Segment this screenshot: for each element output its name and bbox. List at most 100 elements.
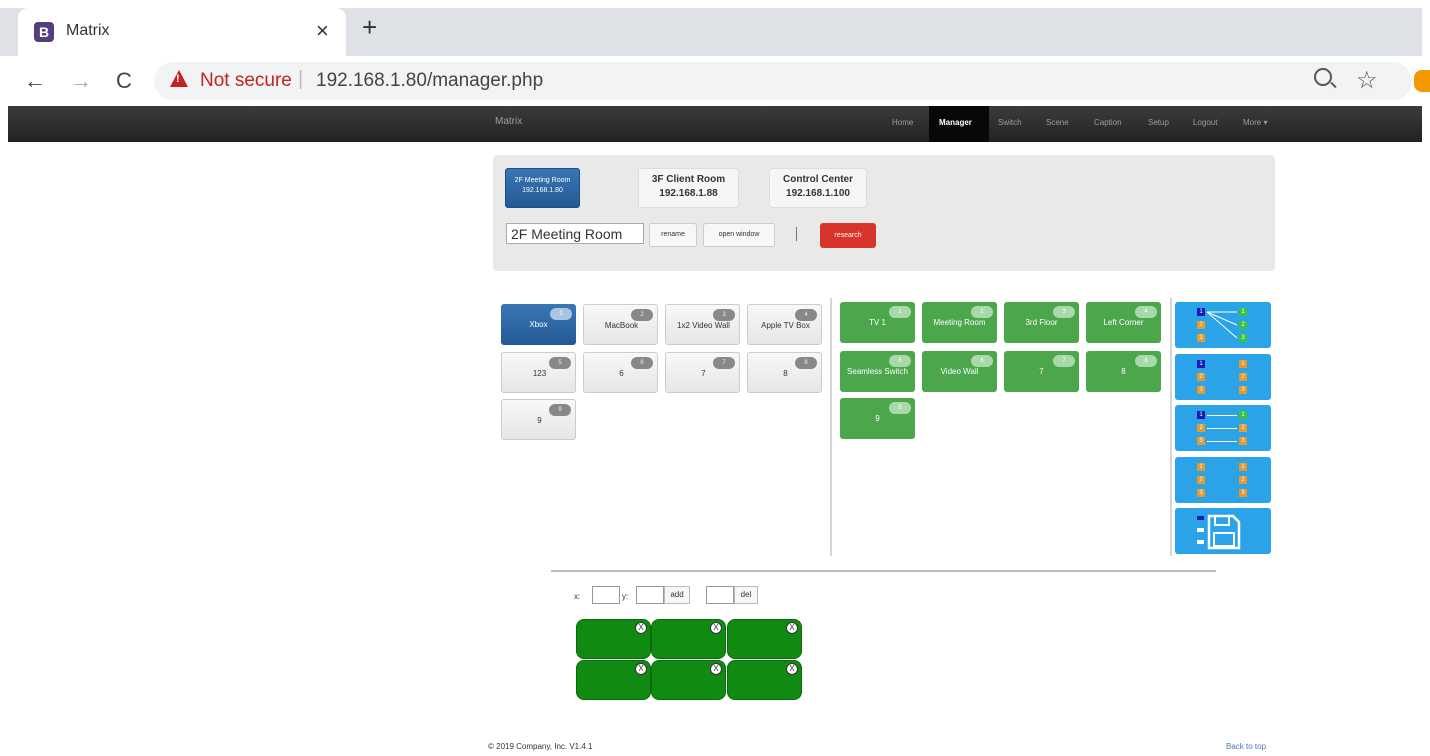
remove-cell-icon[interactable]: X (635, 622, 647, 634)
output-tile[interactable]: Video Wall 6 (922, 351, 997, 392)
video-wall-cell[interactable]: X (576, 660, 651, 700)
browser-tab[interactable]: B Matrix × (18, 8, 346, 58)
warning-icon[interactable] (170, 70, 188, 87)
zoom-icon[interactable] (1314, 68, 1332, 86)
nav-home[interactable]: Home (892, 118, 913, 127)
output-tile-label: 8 (1121, 367, 1126, 376)
output-number-badge: 8 (1135, 355, 1157, 367)
input-number-badge: 2 (631, 309, 653, 321)
new-tab-icon[interactable]: + (362, 14, 377, 40)
del-input[interactable] (706, 586, 734, 604)
input-tile-label: 9 (537, 416, 542, 425)
fan-out-mode-button[interactable]: 1 1 2 2 3 3 (1175, 302, 1271, 348)
address-bar: ← → C Not secure | 192.168.1.80/manager.… (0, 58, 1430, 104)
forward-arrow-icon[interactable]: → (70, 68, 92, 94)
input-tile[interactable]: Xbox 1 (501, 304, 576, 345)
video-wall-cell[interactable]: X (727, 660, 802, 700)
nav-switch[interactable]: Switch (998, 118, 1022, 127)
output-tile[interactable]: 99 (840, 398, 915, 439)
video-wall-cell[interactable]: X (727, 619, 802, 659)
remove-cell-icon[interactable]: X (635, 663, 647, 675)
nav-more-dropdown[interactable]: More ▾ (1243, 118, 1267, 127)
input-tile[interactable]: Apple TV Box 4 (747, 304, 822, 345)
mode-output-chip: 3 (1239, 386, 1247, 394)
device-control-center[interactable]: Control Center 192.168.1.100 (769, 168, 867, 208)
input-tile[interactable]: 123 5 (501, 352, 576, 393)
remove-cell-icon[interactable]: X (786, 622, 798, 634)
input-number-badge: 9 (549, 404, 571, 416)
close-tab-icon[interactable]: × (316, 18, 329, 44)
y-input[interactable] (636, 586, 664, 604)
mode-input-chip: 1 (1197, 360, 1205, 368)
output-tile[interactable]: Meeting Room 2 (922, 302, 997, 343)
mode-input-chip: 1 (1197, 463, 1205, 471)
device-ip: 192.168.1.80 (522, 187, 563, 194)
output-tile[interactable]: 77 (1004, 351, 1079, 392)
input-number-badge: 8 (795, 357, 817, 369)
output-tile[interactable]: 3rd Floor 3 (1004, 302, 1079, 343)
back-to-top-link[interactable]: Back to top (1226, 742, 1266, 751)
url-text[interactable]: 192.168.1.80/manager.php (316, 70, 543, 92)
extension-icon[interactable] (1414, 70, 1430, 92)
nav-setup[interactable]: Setup (1148, 118, 1169, 127)
input-tile[interactable]: 77 (665, 352, 740, 393)
omnibox[interactable]: Not secure | 192.168.1.80/manager.php ☆ (154, 62, 1412, 100)
input-tile[interactable]: 66 (583, 352, 658, 393)
video-wall-cell[interactable]: X (651, 660, 726, 700)
device-2f-meeting-room[interactable]: 2F Meeting Room 192.168.1.80 (505, 168, 580, 208)
output-number-badge: 5 (889, 355, 911, 367)
output-tile[interactable]: Left Corner 4 (1086, 302, 1161, 343)
back-arrow-icon[interactable]: ← (24, 68, 46, 94)
reload-icon[interactable]: C (116, 68, 132, 94)
bookmark-star-icon[interactable]: ☆ (1356, 66, 1378, 95)
mode-output-chip: 1 (1239, 308, 1247, 316)
research-button[interactable]: research (820, 223, 876, 248)
output-number-badge: 2 (971, 306, 993, 318)
output-tile[interactable]: Seamless Switch 5 (840, 351, 915, 392)
device-name: 2F Meeting Room (514, 177, 571, 184)
input-number-badge: 6 (631, 357, 653, 369)
mode-output-chip: 3 (1239, 334, 1247, 342)
input-tile[interactable]: 88 (747, 352, 822, 393)
mode-input-chip: 2 (1197, 321, 1205, 329)
one-to-one-mode-button[interactable]: 1 1 2 2 3 3 (1175, 405, 1271, 451)
brand-logo[interactable]: Matrix (495, 116, 522, 127)
nav-caption[interactable]: Caption (1094, 118, 1122, 127)
output-number-badge: 4 (1135, 306, 1157, 318)
nav-scene[interactable]: Scene (1046, 118, 1069, 127)
parallel-mode-button[interactable]: 1 1 2 2 3 3 (1175, 354, 1271, 400)
input-number-badge: 3 (713, 309, 735, 321)
remove-cell-icon[interactable]: X (786, 663, 798, 675)
input-tile[interactable]: MacBook 2 (583, 304, 658, 345)
open-window-button[interactable]: open window (703, 223, 775, 247)
input-tile[interactable]: 99 (501, 399, 576, 440)
save-button[interactable] (1175, 508, 1271, 554)
video-wall-cell[interactable]: X (651, 619, 726, 659)
output-tile[interactable]: 88 (1086, 351, 1161, 392)
output-tile-label: Left Corner (1103, 318, 1144, 327)
nav-manager[interactable]: Manager (929, 106, 989, 142)
nav-logout[interactable]: Logout (1193, 118, 1217, 127)
output-tile[interactable]: TV 11 (840, 302, 915, 343)
del-button[interactable]: del (734, 586, 758, 604)
input-tile-label: 7 (701, 369, 706, 378)
output-tile-label: Seamless Switch (847, 367, 908, 376)
input-tile[interactable]: 1x2 Video Wall 3 (665, 304, 740, 345)
device-3f-client-room[interactable]: 3F Client Room 192.168.1.88 (638, 168, 739, 208)
device-name-input[interactable] (506, 223, 644, 244)
reset-mode-button[interactable]: 1 1 2 2 3 3 (1175, 457, 1271, 503)
remove-cell-icon[interactable]: X (710, 663, 722, 675)
remove-cell-icon[interactable]: X (710, 622, 722, 634)
fan-out-mode-icon (1206, 311, 1238, 339)
toolbar-divider (796, 227, 797, 241)
add-button[interactable]: add (664, 586, 690, 604)
input-tile-label: 8 (783, 369, 788, 378)
security-status[interactable]: Not secure (200, 70, 292, 92)
x-input[interactable] (592, 586, 620, 604)
tab-title: Matrix (66, 22, 110, 39)
inputs-outputs-divider (830, 298, 832, 556)
input-number-badge: 4 (795, 309, 817, 321)
mode-input-chip: 2 (1197, 424, 1205, 432)
video-wall-cell[interactable]: X (576, 619, 651, 659)
rename-button[interactable]: rename (649, 223, 697, 247)
